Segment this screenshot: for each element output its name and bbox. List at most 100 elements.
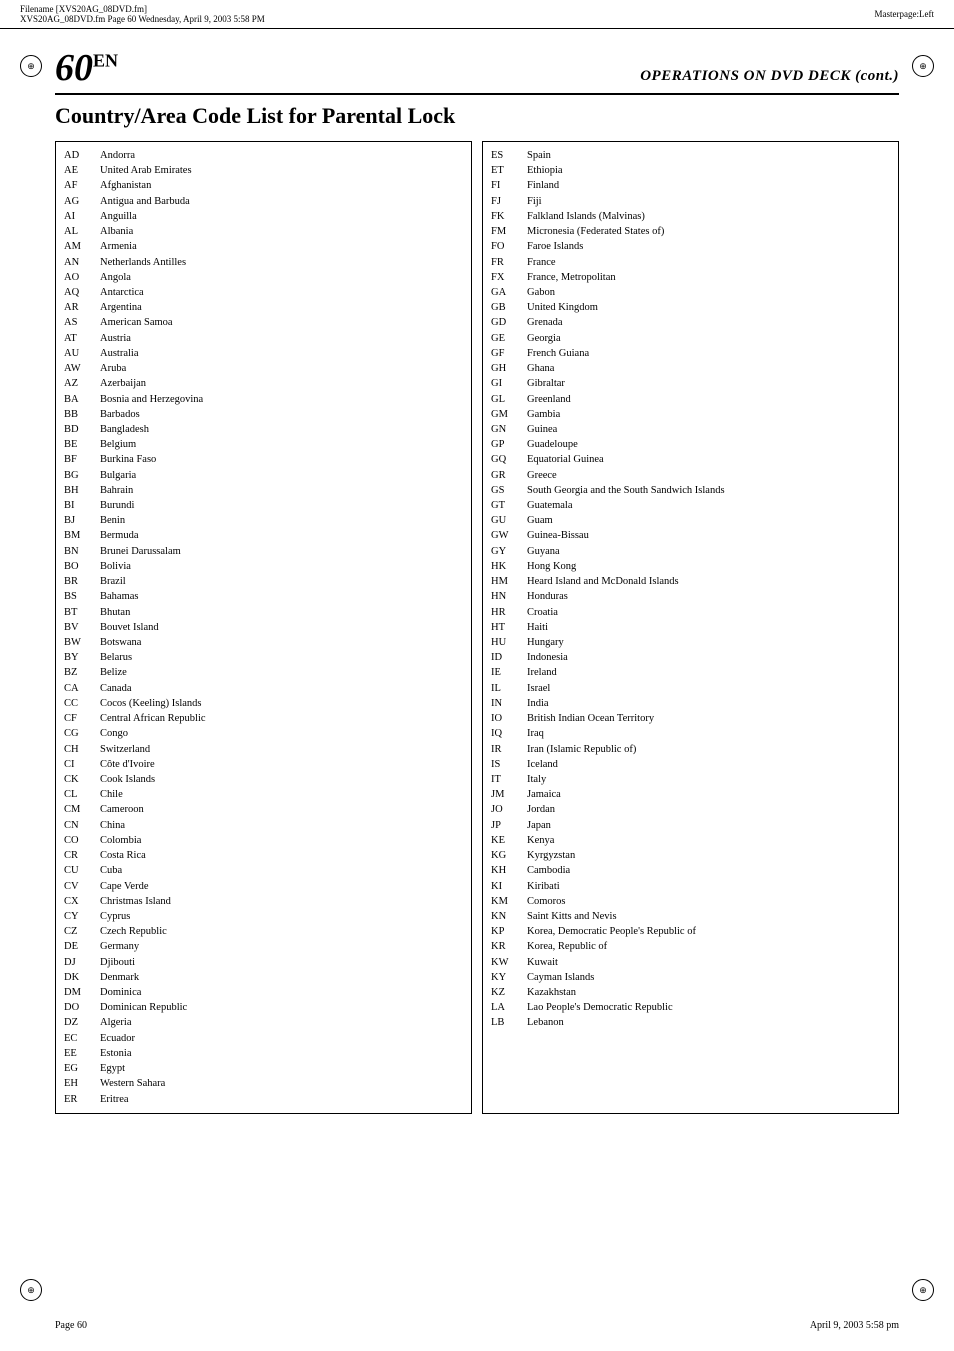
country-name: Netherlands Antilles [100,255,463,270]
country-name: Belarus [100,650,463,665]
left-country-table: ADAndorraAEUnited Arab EmiratesAFAfghani… [55,141,472,1114]
country-code: CK [64,772,92,787]
table-row: BVBouvet Island [64,620,463,635]
country-name: Argentina [100,300,463,315]
country-code: KM [491,894,519,909]
country-name: Brazil [100,574,463,589]
table-row: CZCzech Republic [64,924,463,939]
table-row: AIAnguilla [64,209,463,224]
table-row: AOAngola [64,270,463,285]
country-name: Guatemala [527,498,890,513]
country-code: HN [491,589,519,604]
table-row: BY Belarus [64,650,463,665]
table-row: ALAlbania [64,224,463,239]
table-row: BABosnia and Herzegovina [64,392,463,407]
country-name: Korea, Democratic People's Republic of [527,924,890,939]
table-row: FJFiji [491,194,890,209]
country-name: France, Metropolitan [527,270,890,285]
table-row: KYCayman Islands [491,970,890,985]
country-code: BT [64,605,92,620]
country-name: Cocos (Keeling) Islands [100,696,463,711]
country-code: BR [64,574,92,589]
content-area: 60EN OPERATIONS ON DVD DECK (cont.) Coun… [0,29,954,1134]
country-name: Equatorial Guinea [527,452,890,467]
table-row: HRCroatia [491,605,890,620]
country-name: Ethiopia [527,163,890,178]
country-name: Belgium [100,437,463,452]
country-name: Angola [100,270,463,285]
table-row: CNChina [64,818,463,833]
country-code: HK [491,559,519,574]
country-name: Guinea [527,422,890,437]
country-code: FO [491,239,519,254]
table-row: ET Ethiopia [491,163,890,178]
table-row: CLChile [64,787,463,802]
country-name: Cape Verde [100,879,463,894]
country-code: ET [491,163,519,178]
country-name: Albania [100,224,463,239]
country-name: Canada [100,681,463,696]
table-row: FIFinland [491,178,890,193]
country-name: Switzerland [100,742,463,757]
country-name: Micronesia (Federated States of) [527,224,890,239]
table-row: IDIndonesia [491,650,890,665]
table-row: AGAntigua and Barbuda [64,194,463,209]
country-code: DK [64,970,92,985]
country-code: AN [64,255,92,270]
country-name: Egypt [100,1061,463,1076]
table-row: HUHungary [491,635,890,650]
country-name: Iraq [527,726,890,741]
table-row: HKHong Kong [491,559,890,574]
country-code: JM [491,787,519,802]
country-name: Bahamas [100,589,463,604]
table-row: AZAzerbaijan [64,376,463,391]
country-name: Heard Island and McDonald Islands [527,574,890,589]
country-code: JO [491,802,519,817]
country-code: AW [64,361,92,376]
country-code: AM [64,239,92,254]
country-name: Kuwait [527,955,890,970]
country-name: Haiti [527,620,890,635]
country-code: DZ [64,1015,92,1030]
country-name: Cambodia [527,863,890,878]
table-row: GRGreece [491,468,890,483]
table-row: AWAruba [64,361,463,376]
table-row: KNSaint Kitts and Nevis [491,909,890,924]
table-row: ATAustria [64,331,463,346]
table-row: GIGibraltar [491,376,890,391]
country-name: Ireland [527,665,890,680]
country-name: Dominica [100,985,463,1000]
country-name: Ecuador [100,1031,463,1046]
country-name: Falkland Islands (Malvinas) [527,209,890,224]
table-row: BBBarbados [64,407,463,422]
country-name: Costa Rica [100,848,463,863]
table-row: FKFalkland Islands (Malvinas) [491,209,890,224]
table-row: JOJordan [491,802,890,817]
country-name: Spain [527,148,890,163]
table-row: BSBahamas [64,589,463,604]
country-name: Dominican Republic [100,1000,463,1015]
table-row: DODominican Republic [64,1000,463,1015]
country-code: AS [64,315,92,330]
country-code: GA [491,285,519,300]
table-row: AUAustralia [64,346,463,361]
country-code: CR [64,848,92,863]
country-name: Botswana [100,635,463,650]
bottom-footer: Page 60 April 9, 2003 5:58 pm [55,1320,899,1331]
country-name: Kazakhstan [527,985,890,1000]
table-row: CFCentral African Republic [64,711,463,726]
country-code: DM [64,985,92,1000]
country-code: BY [64,650,92,665]
country-code: KY [491,970,519,985]
page-title-row: 60EN OPERATIONS ON DVD DECK (cont.) [55,49,899,87]
country-code: GU [491,513,519,528]
country-name: Antigua and Barbuda [100,194,463,209]
country-name: Iceland [527,757,890,772]
country-name: Kenya [527,833,890,848]
table-row: CICôte d'Ivoire [64,757,463,772]
table-row: HNHonduras [491,589,890,604]
country-code: CL [64,787,92,802]
table-row: KWKuwait [491,955,890,970]
country-code: GH [491,361,519,376]
country-name: Croatia [527,605,890,620]
